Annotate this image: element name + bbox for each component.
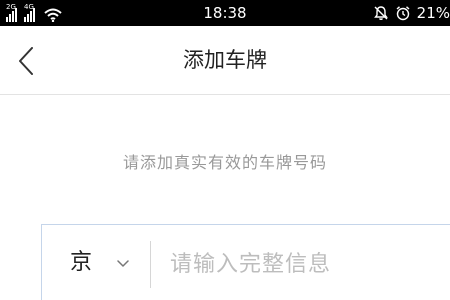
mute-icon [373,6,388,21]
province-value: 京 [70,250,93,275]
plate-number-input[interactable] [170,243,450,285]
province-select[interactable]: 京 [42,225,152,300]
plate-input-row: 京 [41,224,450,300]
nav-bar: 添加车牌 [0,26,450,95]
status-right: 21% [373,4,450,22]
page-title: 添加车牌 [183,48,267,72]
divider [150,241,151,288]
chevron-down-icon [117,260,129,267]
status-bar: 2G 4G 18:38 21% [0,0,450,26]
add-plate-screen: 2G 4G 18:38 21% 添加车牌 请添加真实有效的车牌号码 京 请输入完… [0,0,450,300]
battery-percentage: 21% [416,4,450,22]
hint-text: 请添加真实有效的车牌号码 [122,153,327,172]
alarm-icon [396,6,410,21]
